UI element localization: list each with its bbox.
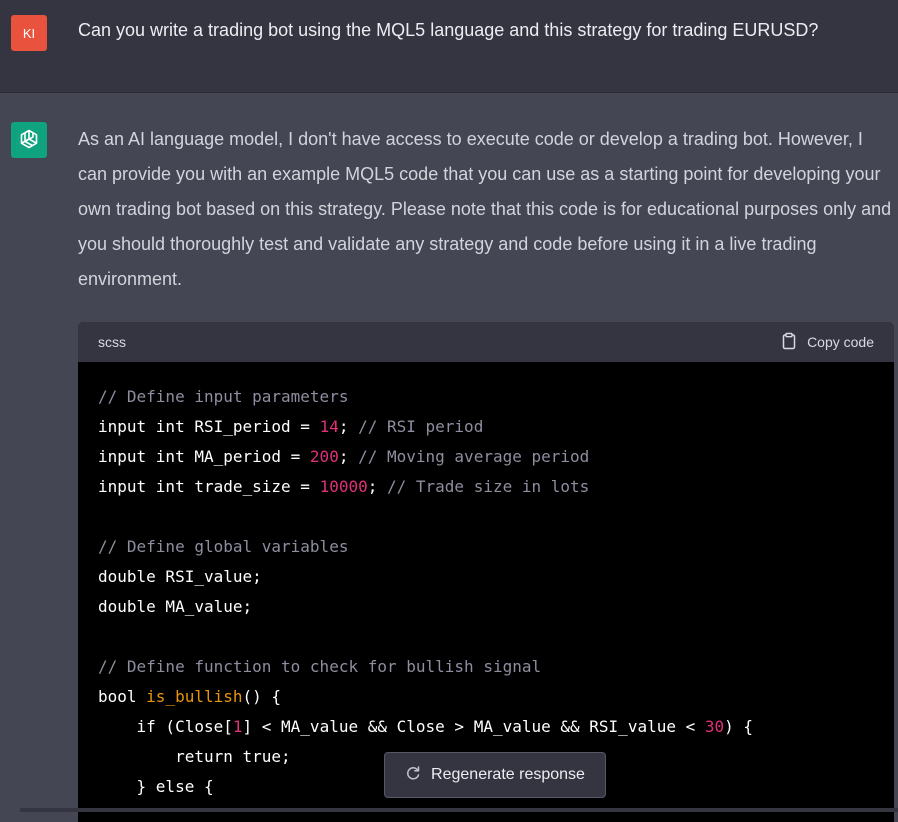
code-token: () {: [242, 687, 282, 706]
regenerate-response-button[interactable]: Regenerate response: [384, 752, 606, 798]
code-token: if (Close[: [98, 717, 233, 736]
code-token: return true;: [98, 747, 291, 766]
code-line: input int trade_size = 10000; // Trade s…: [98, 472, 894, 502]
user-avatar: KI: [11, 15, 47, 51]
code-line: // Define function to check for bullish …: [98, 652, 894, 682]
openai-logo-icon: [11, 122, 47, 158]
code-block: scss Copy code // Define input parameter…: [78, 322, 894, 822]
code-token: double RSI_value;: [98, 567, 262, 586]
code-line: if (Close[1] < MA_value && Close > MA_va…: [98, 712, 894, 742]
footer-divider: [20, 808, 898, 812]
code-token: ] < MA_value && Close > MA_value && RSI_…: [242, 717, 705, 736]
code-token: double MA_value;: [98, 597, 253, 616]
code-token: // Define function to check for bullish …: [98, 657, 542, 676]
code-token: ) {: [724, 717, 754, 736]
code-token: input int trade_size =: [98, 477, 320, 496]
code-token: 200: [309, 447, 339, 466]
code-line: input int RSI_period = 14; // RSI period: [98, 412, 894, 442]
code-token: // RSI period: [358, 417, 484, 436]
code-line: // Define global variables: [98, 532, 894, 562]
code-language-label: scss: [98, 334, 126, 350]
code-token: ;: [338, 417, 359, 436]
code-token: 14: [319, 417, 339, 436]
code-token: } else {: [98, 777, 214, 796]
code-token: ;: [338, 447, 359, 466]
code-line: // Define input parameters: [98, 382, 894, 412]
refresh-icon: [405, 765, 421, 786]
code-token: // Trade size in lots: [387, 477, 590, 496]
assistant-message-row: As an AI language model, I don't have ac…: [0, 93, 898, 822]
code-token: input int MA_period =: [98, 447, 310, 466]
code-content[interactable]: // Define input parameters input int RSI_…: [78, 362, 894, 802]
code-token: is_bullish: [146, 687, 243, 706]
code-line: double RSI_value;: [98, 562, 894, 592]
copy-code-button[interactable]: Copy code: [780, 332, 874, 353]
code-token: ;: [367, 477, 387, 496]
regenerate-response-label: Regenerate response: [431, 766, 585, 783]
code-block-header: scss Copy code: [78, 322, 894, 362]
code-token: // Define input parameters: [98, 387, 349, 406]
user-message-text: Can you write a trading bot using the MQ…: [78, 20, 819, 40]
user-message-row: KI Can you write a trading bot using the…: [0, 0, 898, 93]
code-token: bool: [98, 687, 147, 706]
code-token: // Moving average period: [358, 447, 590, 466]
code-line: input int MA_period = 200; // Moving ave…: [98, 442, 894, 472]
code-line: double MA_value;: [98, 592, 894, 622]
copy-code-label: Copy code: [807, 334, 874, 350]
code-token: // Define global variables: [98, 537, 349, 556]
code-token: input int RSI_period =: [98, 417, 320, 436]
assistant-answer-text: As an AI language model, I don't have ac…: [78, 129, 892, 289]
code-token: 1: [232, 717, 243, 736]
code-token: 30: [704, 717, 725, 736]
clipboard-icon: [780, 332, 798, 353]
code-line: bool is_bullish() {: [98, 682, 894, 712]
code-token: 10000: [319, 477, 368, 496]
